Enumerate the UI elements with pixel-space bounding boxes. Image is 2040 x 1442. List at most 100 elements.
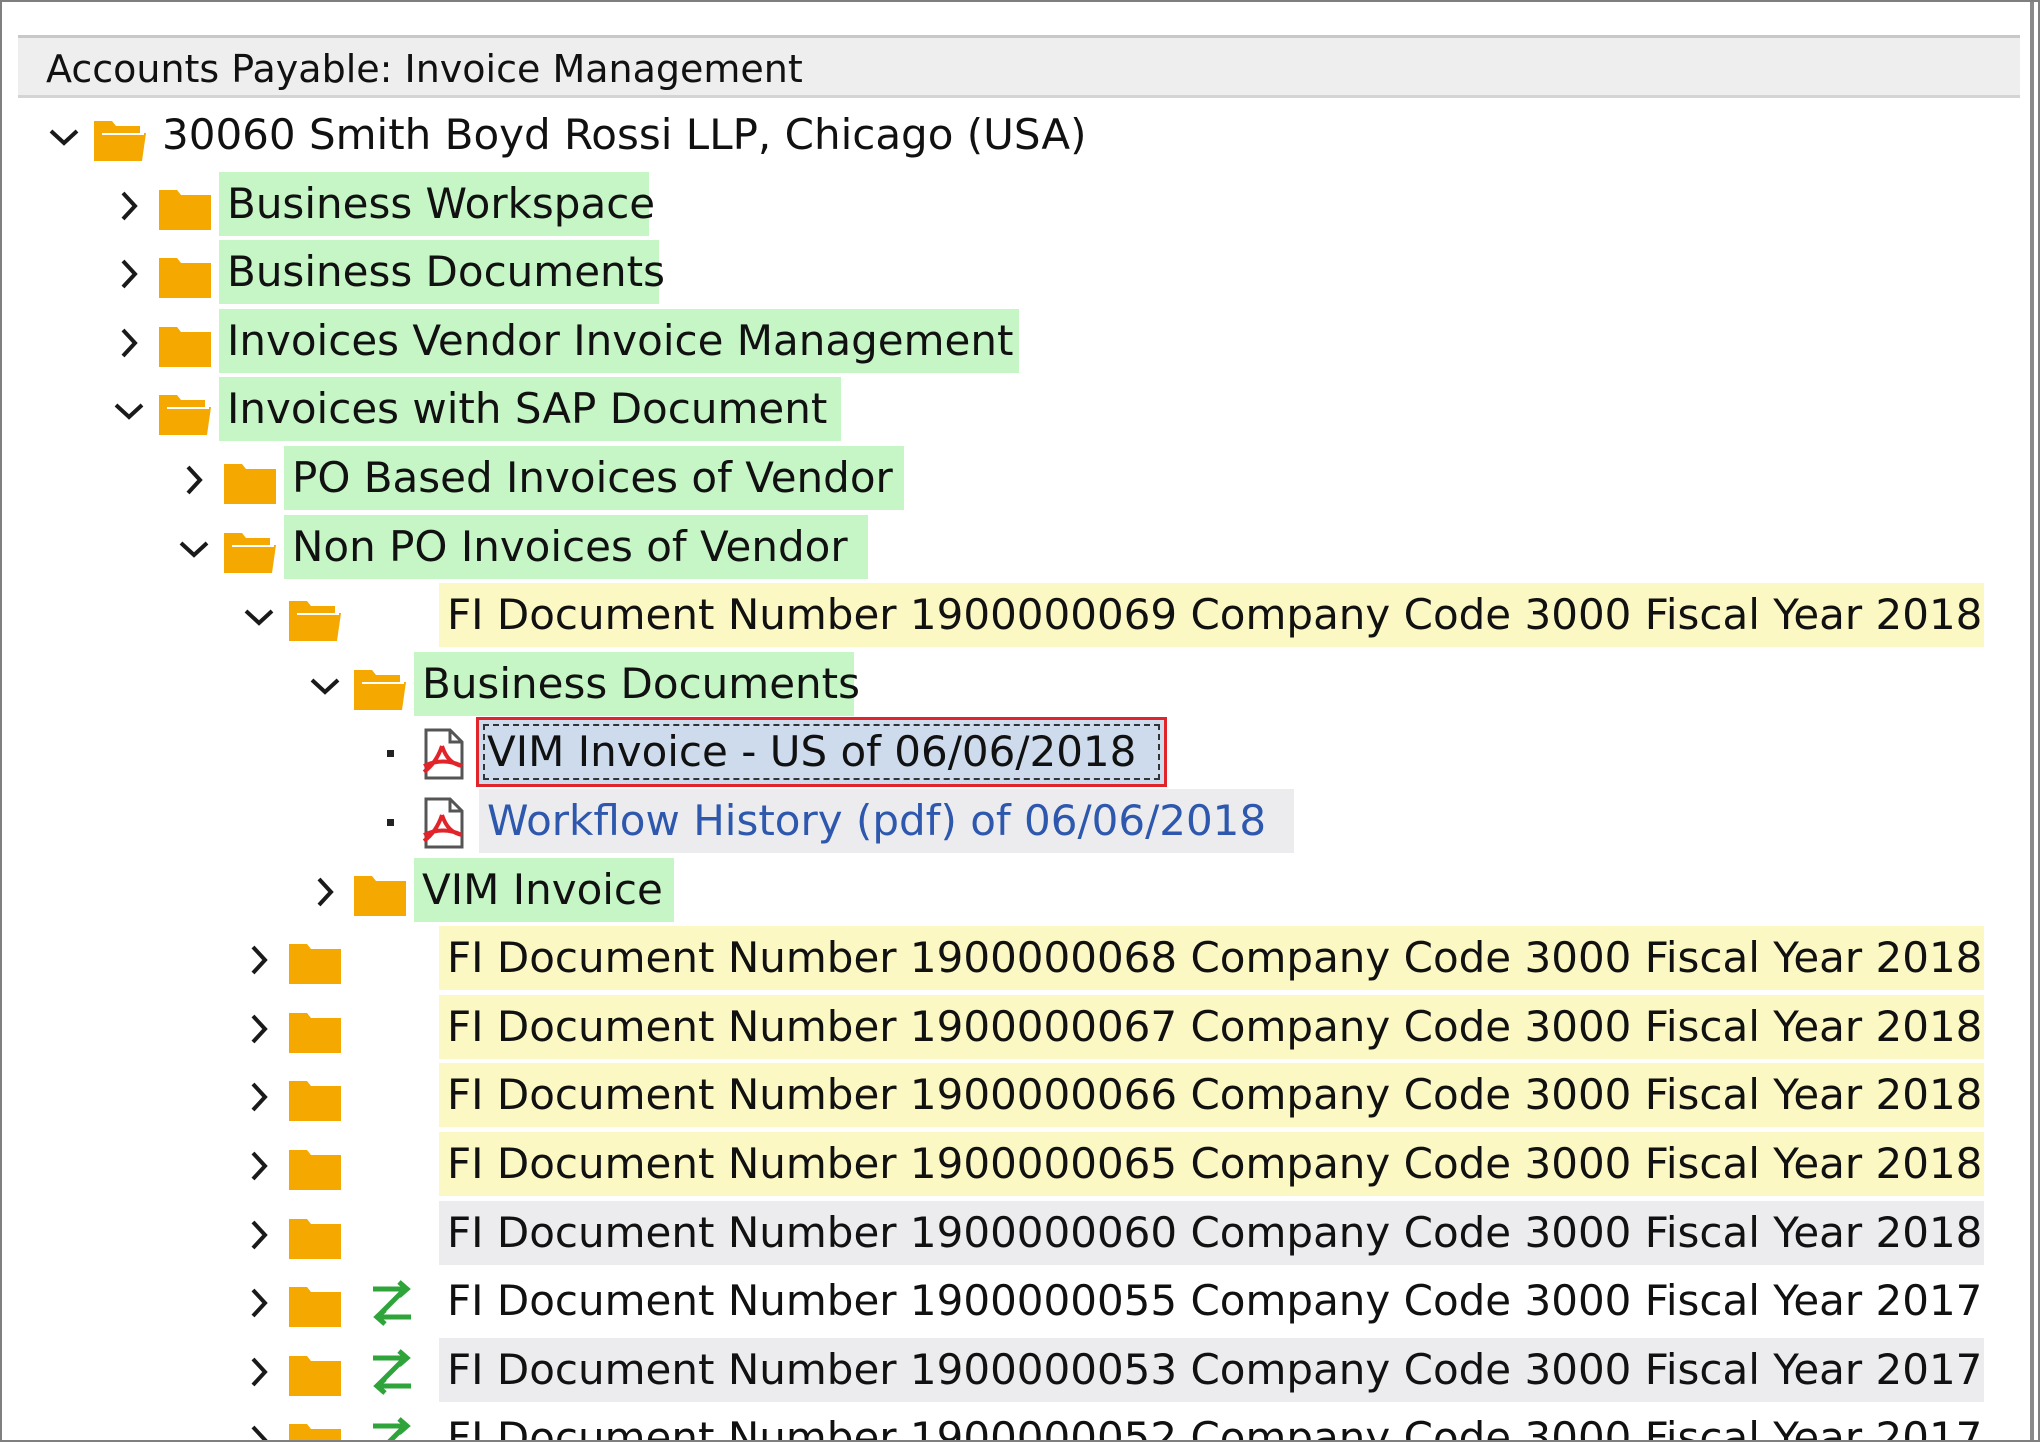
tree-node-label-box[interactable]: Workflow History (pdf) of 06/06/2018 [479,789,1294,853]
chevron-right-icon[interactable] [109,248,149,300]
chevron-right-icon[interactable] [239,1003,279,1055]
tree-node-label-box[interactable]: Invoices with SAP Document [219,377,841,442]
chevron-right-icon[interactable] [174,454,214,506]
chevron-right-icon[interactable] [239,1346,279,1398]
tree-node-label: Workflow History (pdf) of 06/06/2018 [487,796,1267,845]
tree-node-fi-document-number-1900000053-company-code-3000-fiscal-year-2017[interactable]: FI Document Number 1900000053 Company Co… [2,1337,2022,1406]
chevron-down-icon[interactable] [174,523,214,575]
folder-open-icon [352,662,408,712]
tree-node-invoices-vendor-invoice-management[interactable]: Invoices Vendor Invoice Management [2,308,2022,377]
tree-node-label: Non PO Invoices of Vendor [292,521,848,571]
tree-node-business-workspace[interactable]: Business Workspace [2,171,2022,240]
chevron-down-icon[interactable] [109,385,149,437]
chevron-right-icon[interactable] [239,1140,279,1192]
chevron-right-icon[interactable] [109,180,149,232]
tree-node-fi-document-number-1900000065-company-code-3000-fiscal-year-2018[interactable]: FI Document Number 1900000065 Company Co… [2,1132,2022,1200]
chevron-right-icon[interactable] [239,1414,279,1440]
tree-node-fi-document-number-1900000052-company-code-3000-fiscal-year-2017[interactable]: FI Document Number 1900000052 Company Co… [2,1406,2022,1442]
tree-node-label: Business Documents [227,247,666,297]
tree-node-fi-document-number-1900000067-company-code-3000-fiscal-year-2018[interactable]: FI Document Number 1900000067 Company Co… [2,994,2022,1063]
chevron-right-icon[interactable] [239,934,279,986]
tree-node-label-box[interactable]: FI Document Number 1900000060 Company Co… [439,1200,1984,1265]
tree-node-label: FI Document Number 1900000068 Company Co… [447,933,1983,983]
window-title: Accounts Payable: Invoice Management [46,47,803,91]
leaf-bullet-icon [387,750,394,758]
tree-node-label: FI Document Number 1900000065 Company Co… [447,1139,1983,1188]
leaf-bullet-icon [387,819,394,826]
chevron-right-icon[interactable] [239,1071,279,1123]
tree-node-vim-invoice[interactable]: VIM Invoice [2,857,2022,926]
window-border [2020,2,2038,1440]
folder-open-icon [222,525,278,575]
tree-node-label-box[interactable]: VIM Invoice - US of 06/06/2018 [476,717,1167,788]
tree-node-fi-document-number-1900000066-company-code-3000-fiscal-year-2018[interactable]: FI Document Number 1900000066 Company Co… [2,1063,2022,1131]
tree-node-label-box[interactable]: Business Workspace [219,171,655,236]
tree-node-label: PO Based Invoices of Vendor [292,453,893,502]
folder-icon [287,1073,343,1123]
folder-open-icon [157,387,213,437]
tree-node-fi-document-number-1900000060-company-code-3000-fiscal-year-2018[interactable]: FI Document Number 1900000060 Company Co… [2,1200,2022,1269]
tree-node-label-box[interactable]: FI Document Number 1900000065 Company Co… [439,1132,1984,1196]
tree-node-fi-document-number-1900000068-company-code-3000-fiscal-year-2018[interactable]: FI Document Number 1900000068 Company Co… [2,926,2022,994]
tree-node-label: FI Document Number 1900000060 Company Co… [447,1207,1983,1257]
tree-node-label-box[interactable]: FI Document Number 1900000069 Company Co… [439,583,1984,648]
folder-icon [352,868,408,918]
folder-icon [287,1142,343,1192]
tree-node-vim-invoice-us-of-06-06-2018[interactable]: VIM Invoice - US of 06/06/2018 [2,717,2022,788]
workflow-arrows-icon [365,1279,419,1327]
tree-node-label-box[interactable]: Business Documents [219,240,665,305]
workflow-arrows-icon [365,1416,419,1440]
tree-node-label-box[interactable]: FI Document Number 1900000053 Company Co… [439,1337,1984,1402]
chevron-right-icon[interactable] [239,1277,279,1329]
tree-node-label-box[interactable]: FI Document Number 1900000055 Company Co… [439,1269,1984,1333]
tree-node-non-po-invoices-of-vendor[interactable]: Non PO Invoices of Vendor [2,514,2022,583]
invoice-management-window: Accounts Payable: Invoice Management 300… [0,0,2040,1442]
chevron-right-icon[interactable] [305,866,345,918]
tree-node-label-box[interactable]: PO Based Invoices of Vendor [284,446,904,510]
chevron-down-icon[interactable] [305,660,345,712]
tree-node-label: FI Document Number 1900000052 Company Co… [447,1413,1983,1442]
tree-node-invoices-with-sap-document[interactable]: Invoices with SAP Document [2,377,2022,445]
tree-node-label: VIM Invoice [422,864,663,914]
chevron-right-icon[interactable] [239,1209,279,1261]
folder-icon [287,1416,343,1440]
tree-node-label-box[interactable]: FI Document Number 1900000066 Company Co… [439,1063,1984,1128]
chevron-right-icon[interactable] [109,317,149,369]
tree-node-label-box[interactable]: VIM Invoice [414,857,674,922]
tree-node-label: Invoices Vendor Invoice Management [227,315,1014,365]
tree-node-fi-document-number-1900000055-company-code-3000-fiscal-year-2017[interactable]: FI Document Number 1900000055 Company Co… [2,1269,2022,1337]
tree-node-label: FI Document Number 1900000067 Company Co… [447,1001,1983,1051]
tree-node-label-box[interactable]: FI Document Number 1900000068 Company Co… [439,926,1984,991]
tree-node-label-box[interactable]: Non PO Invoices of Vendor [284,514,868,579]
folder-icon [157,182,213,232]
tree-node-label: Business Workspace [227,178,656,228]
tree-node-label-box[interactable]: FI Document Number 1900000067 Company Co… [439,994,1984,1059]
tree-node-label: FI Document Number 1900000069 Company Co… [447,590,1983,640]
workflow-arrows-icon [365,1348,419,1396]
chevron-down-icon[interactable] [239,591,279,643]
tree-node-business-documents[interactable]: Business Documents [2,651,2022,720]
tree-node-30060-smith-boyd-rossi-llp-chicago-usa[interactable]: 30060 Smith Boyd Rossi LLP, Chicago (USA… [2,103,2022,171]
tree-node-workflow-history-pdf-of-06-06-2018[interactable]: Workflow History (pdf) of 06/06/2018 [2,789,2022,857]
tree-node-label-box[interactable]: FI Document Number 1900000052 Company Co… [439,1406,1984,1442]
folder-icon [287,1211,343,1261]
pdf-document-icon [412,726,470,782]
tree-node-label: FI Document Number 1900000066 Company Co… [447,1070,1983,1120]
tree-node-label: FI Document Number 1900000055 Company Co… [447,1276,1983,1326]
pdf-document-icon [412,795,470,851]
tree-node-label: Business Documents [422,658,861,708]
tree-node-label: VIM Invoice - US of 06/06/2018 [487,727,1137,777]
folder-icon [287,1279,343,1329]
tree-node-business-documents[interactable]: Business Documents [2,240,2022,308]
folder-icon [287,1348,343,1398]
tree-node-label: 30060 Smith Boyd Rossi LLP, Chicago (USA… [162,110,1087,159]
tree-node-fi-document-number-1900000069-company-code-3000-fiscal-year-2018[interactable]: FI Document Number 1900000069 Company Co… [2,583,2022,651]
tree-node-label-box[interactable]: Invoices Vendor Invoice Management [219,308,1019,373]
tree-node-label-box[interactable]: Business Documents [414,651,860,716]
folder-open-icon [287,593,343,643]
chevron-down-icon[interactable] [44,111,84,163]
folder-icon [287,1005,343,1055]
tree-node-po-based-invoices-of-vendor[interactable]: PO Based Invoices of Vendor [2,446,2022,514]
tree-node-label-box[interactable]: 30060 Smith Boyd Rossi LLP, Chicago (USA… [154,103,1087,167]
folder-open-icon [92,113,148,163]
